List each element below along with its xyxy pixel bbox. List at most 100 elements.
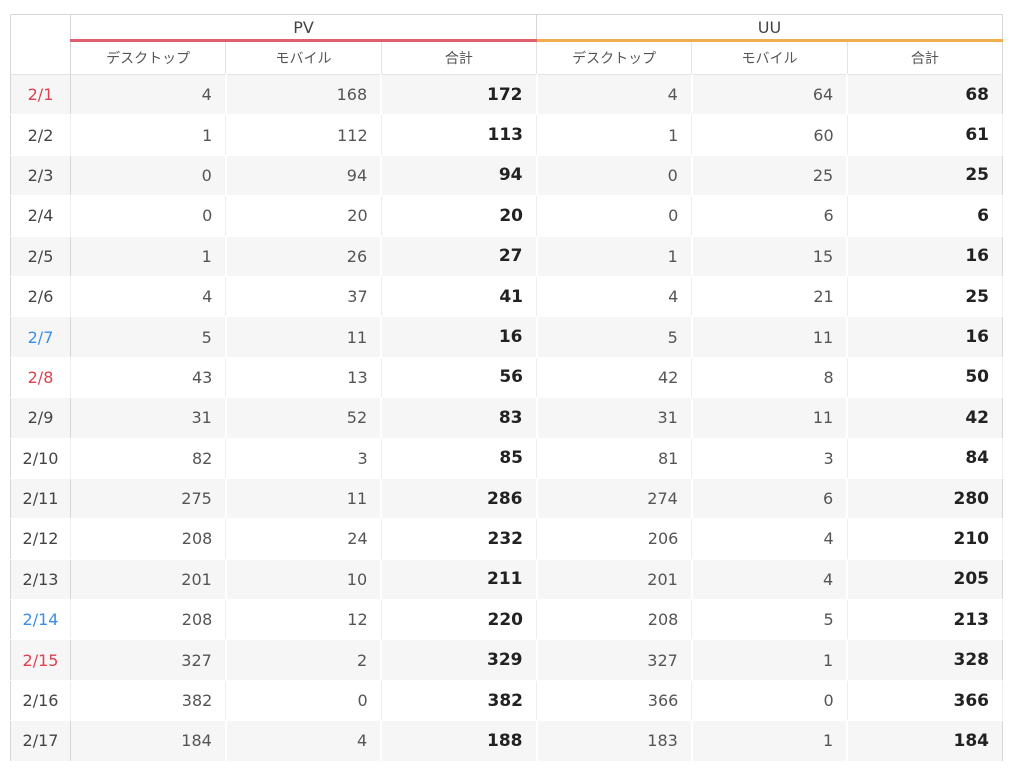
date-cell: 2/8 xyxy=(10,357,71,399)
pv-mobile-cell: 26 xyxy=(225,236,383,277)
table-body: 2/1 4 168 172 4 64 68 2/2 1 112 113 1 60 61 2/3 0 94 94 0 2… xyxy=(10,74,1004,762)
uu-total-cell: 6 xyxy=(847,195,1004,237)
pv-desktop-cell: 4 xyxy=(70,74,227,116)
pv-total-cell: 329 xyxy=(381,639,538,681)
uu-desktop-cell: 183 xyxy=(536,720,693,762)
date-cell: 2/3 xyxy=(10,155,71,197)
uu-desktop-cell: 5 xyxy=(536,316,693,358)
pv-mobile-cell: 52 xyxy=(225,397,383,439)
pv-total-cell: 113 xyxy=(381,114,538,156)
pv-total-cell: 56 xyxy=(381,357,538,399)
pv-total-header: 合計 xyxy=(381,40,538,75)
uu-mobile-cell: 4 xyxy=(691,559,849,601)
table-row: 2/8 43 13 56 42 8 50 xyxy=(10,357,1004,399)
pv-desktop-cell: 82 xyxy=(70,438,227,479)
table-row: 2/15 327 2 329 327 1 328 xyxy=(10,639,1004,681)
date-cell: 2/9 xyxy=(10,397,71,439)
table-row: 2/14 208 12 220 208 5 213 xyxy=(10,599,1004,641)
pv-mobile-cell: 4 xyxy=(225,720,383,762)
date-cell: 2/5 xyxy=(10,236,71,277)
pv-desktop-cell: 43 xyxy=(70,357,227,399)
table-row: 2/7 5 11 16 5 11 16 xyxy=(10,316,1004,358)
pv-mobile-cell: 10 xyxy=(225,559,383,601)
pv-total-cell: 20 xyxy=(381,195,538,237)
pv-desktop-cell: 31 xyxy=(70,397,227,439)
uu-desktop-cell: 0 xyxy=(536,195,693,237)
group-header-row: PV UU xyxy=(10,14,1003,42)
table-row: 2/12 208 24 232 206 4 210 xyxy=(10,518,1004,560)
uu-total-cell: 16 xyxy=(847,236,1004,277)
pv-desktop-cell: 1 xyxy=(70,114,227,156)
uu-desktop-cell: 4 xyxy=(536,74,693,116)
pv-total-cell: 286 xyxy=(381,478,538,520)
pv-total-cell: 41 xyxy=(381,276,538,318)
daily-stats-table: PV UU デスクトップ モバイル 合計 デスクトップ モバイル 合計 2/1 4… xyxy=(10,14,1004,762)
table-row: 2/3 0 94 94 0 25 25 xyxy=(10,155,1004,197)
pv-desktop-cell: 0 xyxy=(70,155,227,197)
pv-mobile-cell: 37 xyxy=(225,276,382,318)
table-row: 2/6 4 37 41 4 21 25 xyxy=(10,276,1004,318)
uu-desktop-cell: 208 xyxy=(536,599,693,641)
uu-mobile-cell: 11 xyxy=(691,316,849,358)
date-cell: 2/17 xyxy=(10,720,71,762)
uu-total-cell: 16 xyxy=(847,316,1004,358)
uu-desktop-cell: 4 xyxy=(536,276,693,318)
uu-total-cell: 25 xyxy=(847,155,1004,197)
pv-total-cell: 232 xyxy=(381,518,538,560)
pv-mobile-cell: 20 xyxy=(225,195,382,237)
pv-desktop-cell: 327 xyxy=(70,639,227,681)
uu-desktop-cell: 274 xyxy=(536,478,693,520)
pv-desktop-cell: 4 xyxy=(70,276,227,318)
date-cell: 2/10 xyxy=(10,438,71,479)
pv-total-cell: 220 xyxy=(381,599,538,641)
pv-total-cell: 85 xyxy=(381,438,538,479)
pv-mobile-cell: 94 xyxy=(225,155,383,197)
uu-mobile-cell: 6 xyxy=(691,195,848,237)
date-cell: 2/6 xyxy=(10,276,71,318)
table-row: 2/10 82 3 85 81 3 84 xyxy=(10,438,1004,479)
date-cell: 2/7 xyxy=(10,316,71,358)
table-row: 2/1 4 168 172 4 64 68 xyxy=(10,74,1004,116)
uu-desktop-cell: 0 xyxy=(536,155,693,197)
uu-mobile-cell: 8 xyxy=(691,357,848,399)
uu-total-cell: 366 xyxy=(847,680,1004,722)
pv-desktop-cell: 184 xyxy=(70,720,227,762)
uu-total-cell: 25 xyxy=(847,276,1004,318)
pv-mobile-cell: 0 xyxy=(225,680,382,722)
uu-total-cell: 328 xyxy=(847,639,1004,681)
pv-desktop-header: デスクトップ xyxy=(70,40,227,75)
pv-mobile-cell: 11 xyxy=(225,478,383,520)
uu-desktop-cell: 206 xyxy=(536,518,693,560)
date-cell: 2/11 xyxy=(10,478,71,520)
pv-mobile-cell: 11 xyxy=(225,316,383,358)
uu-total-cell: 50 xyxy=(847,357,1004,399)
table-row: 2/5 1 26 27 1 15 16 xyxy=(10,236,1004,277)
pv-desktop-cell: 5 xyxy=(70,316,227,358)
pv-mobile-cell: 12 xyxy=(225,599,382,641)
pv-total-cell: 16 xyxy=(381,316,538,358)
corner-cell xyxy=(10,14,71,41)
pv-mobile-cell: 24 xyxy=(225,518,382,560)
uu-mobile-cell: 3 xyxy=(691,438,848,479)
pv-total-cell: 188 xyxy=(381,720,538,762)
uu-total-cell: 68 xyxy=(847,74,1004,116)
uu-mobile-cell: 15 xyxy=(691,236,849,277)
table-row: 2/16 382 0 382 366 0 366 xyxy=(10,680,1004,722)
table-row: 2/4 0 20 20 0 6 6 xyxy=(10,195,1004,237)
pv-mobile-cell: 168 xyxy=(225,74,383,116)
uu-total-cell: 205 xyxy=(847,559,1004,601)
uu-mobile-cell: 11 xyxy=(691,397,849,439)
uu-desktop-cell: 327 xyxy=(536,639,693,681)
uu-desktop-cell: 42 xyxy=(536,357,693,399)
uu-total-header: 合計 xyxy=(847,40,1004,75)
uu-desktop-cell: 366 xyxy=(536,680,693,722)
pv-desktop-cell: 208 xyxy=(70,518,227,560)
pv-mobile-header: モバイル xyxy=(225,40,382,75)
uu-total-cell: 210 xyxy=(847,518,1004,560)
column-header-row: デスクトップ モバイル 合計 デスクトップ モバイル 合計 xyxy=(10,40,1004,75)
date-cell: 2/1 xyxy=(10,74,71,116)
pv-desktop-cell: 208 xyxy=(70,599,227,641)
date-cell: 2/15 xyxy=(10,639,71,681)
uu-mobile-header: モバイル xyxy=(691,40,848,75)
date-cell: 2/16 xyxy=(10,680,71,722)
